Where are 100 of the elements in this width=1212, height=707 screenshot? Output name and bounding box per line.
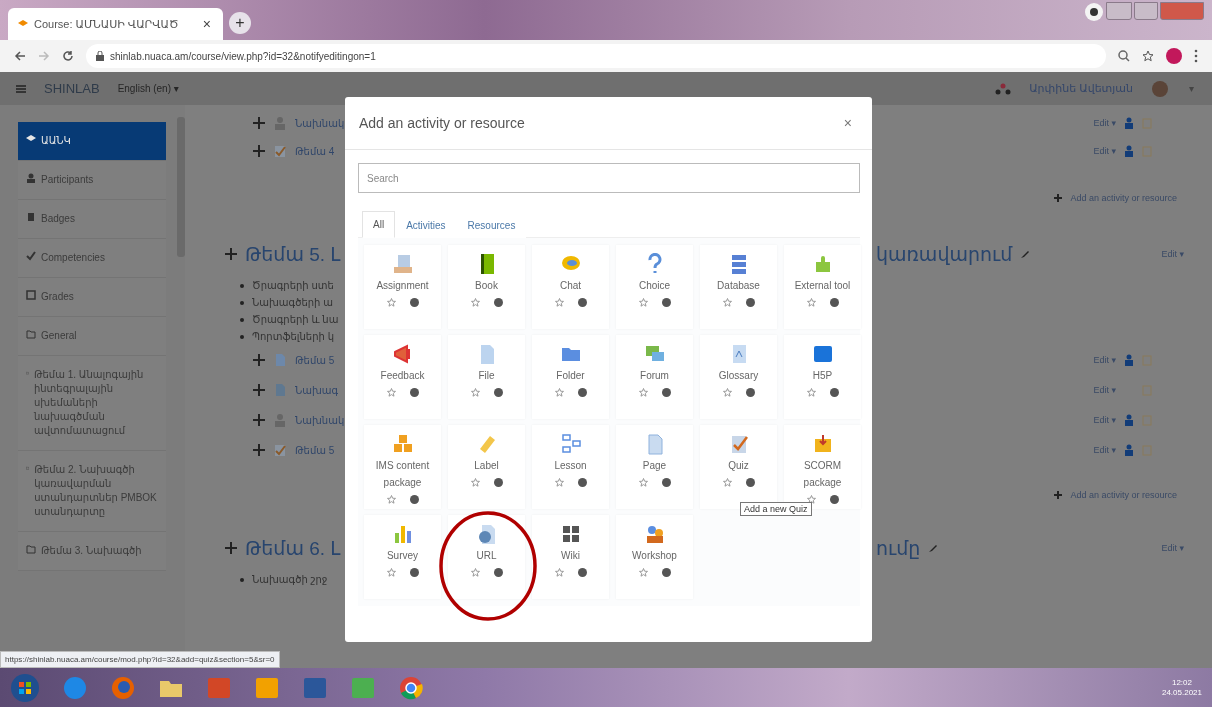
activity-tile[interactable]: Database	[700, 245, 777, 329]
tab-close-button[interactable]: ×	[200, 16, 213, 32]
browser-tab[interactable]: Course: ԱՄՆԱՍԻ ՎԱՐՎԱԾ ×	[8, 8, 223, 40]
activity-name: Feedback	[380, 369, 425, 383]
activity-tile[interactable]: Lesson	[532, 425, 609, 509]
move-icon	[253, 117, 265, 129]
star-icon	[470, 298, 480, 307]
list-item-text: Պորտֆելների կ	[252, 331, 334, 342]
menu-dots-icon	[1194, 49, 1198, 63]
zoom-icon	[1118, 50, 1130, 62]
clock[interactable]: 12:02 24.05.2021	[1161, 677, 1202, 698]
activity-tile[interactable]: IMS content package	[364, 425, 441, 509]
badge-icon	[26, 212, 36, 222]
star-icon	[806, 298, 816, 307]
status-url: https://shinlab.nuaca.am/course/mod.php?id=32&add=quiz&section=5&sr=0	[0, 651, 280, 668]
activity-name: Survey	[386, 549, 419, 563]
activity-tile[interactable]: Survey	[364, 515, 441, 599]
person-icon[interactable]	[1124, 354, 1134, 366]
info-icon	[577, 478, 587, 487]
star-icon	[638, 478, 648, 487]
maximize-button[interactable]	[1134, 2, 1158, 20]
person-icon[interactable]	[1124, 117, 1134, 129]
activity-tile[interactable]: Glossary	[700, 335, 777, 419]
activity-name: Wiki	[561, 549, 580, 563]
folder-icon	[26, 544, 36, 554]
star-icon	[554, 568, 564, 577]
activity-tile[interactable]: Chat	[532, 245, 609, 329]
checklist-icon	[273, 144, 287, 158]
star-icon	[386, 495, 396, 504]
section-title: կառավարում	[876, 242, 1013, 266]
checklist-icon	[273, 443, 287, 457]
move-icon	[253, 384, 265, 396]
activity-tile[interactable]: URL	[448, 515, 525, 599]
activity-tile[interactable]: Assignment	[364, 245, 441, 329]
activity-name: Workshop	[632, 549, 677, 563]
plus-icon	[225, 542, 237, 554]
chrome-icon	[398, 674, 424, 701]
star-icon	[554, 478, 564, 487]
minimize-button[interactable]	[1106, 2, 1132, 20]
activity-tile[interactable]: Feedback	[364, 335, 441, 419]
person-icon[interactable]	[1124, 414, 1134, 426]
star-icon	[470, 388, 480, 397]
activity-name: Page	[642, 459, 667, 473]
star-icon	[806, 388, 816, 397]
info-icon	[829, 388, 839, 397]
square-tile-icon	[811, 343, 834, 365]
info-icon	[661, 478, 671, 487]
dialog-title: Add an activity or resource	[359, 115, 525, 131]
activity-tile[interactable]: H5P	[784, 335, 861, 419]
plus-icon	[1054, 491, 1063, 499]
search-field[interactable]: Search	[358, 163, 860, 193]
sidebar-item[interactable]: ԱԱՆԿ	[18, 122, 166, 161]
activity-tile[interactable]: Forum	[616, 335, 693, 419]
activity-name: URL	[476, 549, 497, 563]
account-circle-icon	[1084, 2, 1104, 22]
start-button-icon	[10, 672, 40, 703]
move-icon	[253, 145, 265, 157]
close-button[interactable]: ×	[837, 114, 858, 132]
person-icon[interactable]	[1124, 145, 1134, 157]
activity-tile[interactable]: Folder	[532, 335, 609, 419]
info-icon	[745, 298, 755, 307]
activity-name: External tool	[794, 279, 851, 293]
pencil-icon	[1020, 249, 1031, 259]
star-icon	[386, 388, 396, 397]
info-icon	[829, 495, 839, 504]
activity-name: H5P	[812, 369, 833, 383]
activity-tile[interactable]: Workshop	[616, 515, 693, 599]
tab[interactable]: All	[362, 211, 396, 238]
activity-name: Lesson	[554, 459, 587, 473]
activity-name: Folder	[556, 369, 585, 383]
info-icon	[745, 388, 755, 397]
info-icon	[409, 298, 419, 307]
checkbox-icon	[1142, 444, 1152, 456]
move-icon	[253, 444, 265, 456]
profile-avatar[interactable]	[1166, 48, 1182, 64]
users-icon	[26, 173, 36, 183]
star-icon	[554, 388, 564, 397]
url-field[interactable]: shinlab.nuaca.am/course/view.php?id=32&notifyeditingon=1	[86, 44, 1106, 68]
info-icon	[661, 298, 671, 307]
activity-tile[interactable]: File	[448, 335, 525, 419]
person-icon	[273, 413, 287, 427]
menu-icon	[16, 84, 26, 93]
info-icon	[829, 298, 839, 307]
activity-tile[interactable]: External tool	[784, 245, 861, 329]
activity-tile[interactable]: Label	[448, 425, 525, 509]
activity-name: File	[478, 369, 495, 383]
activity-tile[interactable]: Page	[616, 425, 693, 509]
checkbox-icon	[1142, 414, 1152, 426]
activity-name: Chat	[559, 279, 582, 293]
activity-tile[interactable]: Book	[448, 245, 525, 329]
new-tab-button[interactable]: +	[229, 12, 251, 34]
activity-tile[interactable]: Choice	[616, 245, 693, 329]
info-icon	[493, 298, 503, 307]
person-icon[interactable]	[1124, 444, 1134, 456]
activity-tile[interactable]: Wiki	[532, 515, 609, 599]
info-icon	[409, 568, 419, 577]
star-icon	[806, 495, 816, 504]
file-icon	[273, 353, 287, 367]
activity-name: Assignment	[376, 279, 429, 293]
language-menu[interactable]: English (en) ▾	[117, 83, 978, 94]
